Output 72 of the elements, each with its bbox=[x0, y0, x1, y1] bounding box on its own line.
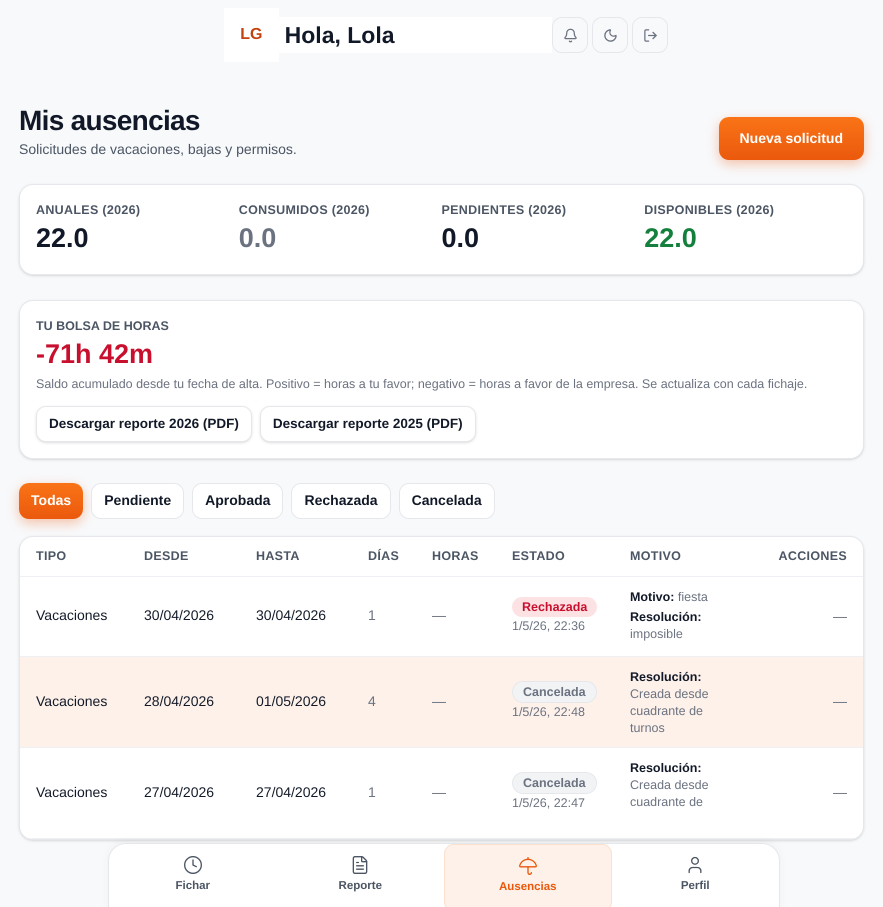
hours-bank-description: Saldo acumulado desde tu fecha de alta. Positivo = horas a tu favor; negativo = horas a favor de la empresa. Se actualiza con cada fichaje. bbox=[36, 376, 808, 393]
table-cell-text: — bbox=[833, 606, 847, 626]
table-cell: Vacaciones bbox=[36, 784, 108, 800]
table-cell-text: — bbox=[833, 692, 847, 712]
table-cell-text: — bbox=[833, 783, 847, 802]
column-header: ACCIONES bbox=[778, 548, 847, 565]
nav-tab[interactable]: Reporte bbox=[276, 844, 444, 907]
resolution-text: imposible bbox=[630, 626, 684, 643]
column-header: MOTIVO bbox=[630, 548, 682, 565]
clock-icon bbox=[182, 855, 203, 875]
resolution-label: Resolución: bbox=[630, 760, 702, 777]
page-title: Mis ausencias bbox=[19, 104, 201, 138]
nav-tab[interactable]: Fichar bbox=[109, 844, 276, 907]
notifications-bell-icon[interactable] bbox=[552, 17, 588, 53]
status-time: 1/5/26, 22:48 bbox=[512, 704, 585, 722]
stat-value: 22.0 bbox=[644, 222, 697, 255]
status-time: 1/5/26, 22:47 bbox=[512, 795, 585, 812]
stat-value: 0.0 bbox=[442, 222, 480, 255]
filter-tab[interactable]: Aprobada bbox=[192, 482, 284, 519]
greeting-title: Hola, Lola bbox=[278, 17, 552, 53]
column-header: TIPO bbox=[36, 548, 66, 565]
resolution-label: Resolución: bbox=[630, 608, 702, 626]
dark-mode-moon-icon[interactable] bbox=[592, 17, 628, 53]
table-row[interactable]: Vacaciones 27/04/2026 27/04/2026 1 — Cancelada 1/5/26, 22:47 Resolución: Creada desde cuadrante de — bbox=[20, 748, 863, 839]
stat-value: 22.0 bbox=[36, 222, 89, 255]
table-cell: 28/04/2026 bbox=[144, 692, 214, 709]
stat-value: 0.0 bbox=[238, 222, 276, 255]
table-cell: 30/04/2026 bbox=[256, 607, 326, 624]
download-report-button[interactable]: Descargar reporte 2026 (PDF) bbox=[36, 406, 252, 442]
resolution-text: Creada desde cuadrante de turnos bbox=[630, 686, 710, 737]
table-row[interactable]: Vacaciones 28/04/2026 01/05/2026 4 — Cancelada 1/5/26, 22:48 Resolución: Creada desde cuadrante de turnos — bbox=[20, 656, 863, 748]
hours-bank-title: TU BOLSA DE HORAS bbox=[36, 318, 169, 335]
column-header: HASTA bbox=[256, 548, 300, 565]
status-badge: Rechazada bbox=[512, 596, 598, 617]
column-header: DESDE bbox=[144, 548, 189, 565]
nav-tab[interactable]: Perfil bbox=[612, 844, 779, 907]
column-header: HORAS bbox=[432, 548, 479, 565]
table-cell: — bbox=[432, 607, 446, 624]
column-header: DÍAS bbox=[368, 548, 400, 565]
status-badge: Cancelada bbox=[512, 772, 597, 794]
document-icon bbox=[350, 855, 370, 875]
download-report-button[interactable]: Descargar reporte 2025 (PDF) bbox=[260, 406, 476, 442]
table-cell: 27/04/2026 bbox=[256, 784, 326, 800]
logout-icon[interactable] bbox=[632, 17, 668, 53]
filter-tab[interactable]: Pendiente bbox=[91, 482, 184, 519]
umbrella-icon bbox=[518, 856, 538, 876]
status-time: 1/5/26, 22:36 bbox=[512, 618, 585, 635]
resolution-label: Resolución: bbox=[630, 668, 702, 686]
status-badge: Cancelada bbox=[512, 681, 597, 704]
table-cell: 01/05/2026 bbox=[256, 692, 326, 709]
hours-bank-value: -71h 42m bbox=[36, 338, 154, 371]
table-cell: 27/04/2026 bbox=[144, 784, 214, 800]
table-cell: 1 bbox=[368, 607, 376, 624]
logo: LG bbox=[224, 8, 279, 62]
stat-label: CONSUMIDOS (2026) bbox=[238, 202, 370, 219]
table-cell: — bbox=[432, 692, 446, 709]
page-subtitle: Solicitudes de vacaciones, bajas y permisos. bbox=[19, 140, 297, 159]
filter-tab[interactable]: Cancelada bbox=[398, 482, 495, 519]
table-cell: 30/04/2026 bbox=[144, 607, 214, 624]
table-row[interactable]: Vacaciones 30/04/2026 30/04/2026 1 — Rechazada 1/5/26, 22:36 Motivo: fiesta Resolución: imposible — bbox=[20, 576, 863, 657]
column-header: ESTADO bbox=[512, 548, 566, 565]
stat-label: PENDIENTES (2026) bbox=[442, 202, 566, 219]
resolution-text: Creada desde cuadrante de bbox=[630, 776, 710, 811]
stat-label: DISPONIBLES (2026) bbox=[644, 202, 774, 219]
table-cell: — bbox=[432, 784, 446, 800]
table-cell: Vacaciones bbox=[36, 692, 108, 709]
stat-label: ANUALES (2026) bbox=[36, 202, 140, 219]
table-cell: Vacaciones bbox=[36, 607, 108, 624]
reason-text: Motivo: fiesta bbox=[630, 588, 708, 606]
table-cell: 1 bbox=[368, 784, 376, 800]
table-cell: 4 bbox=[368, 692, 376, 709]
filter-tab[interactable]: Rechazada bbox=[291, 482, 391, 519]
